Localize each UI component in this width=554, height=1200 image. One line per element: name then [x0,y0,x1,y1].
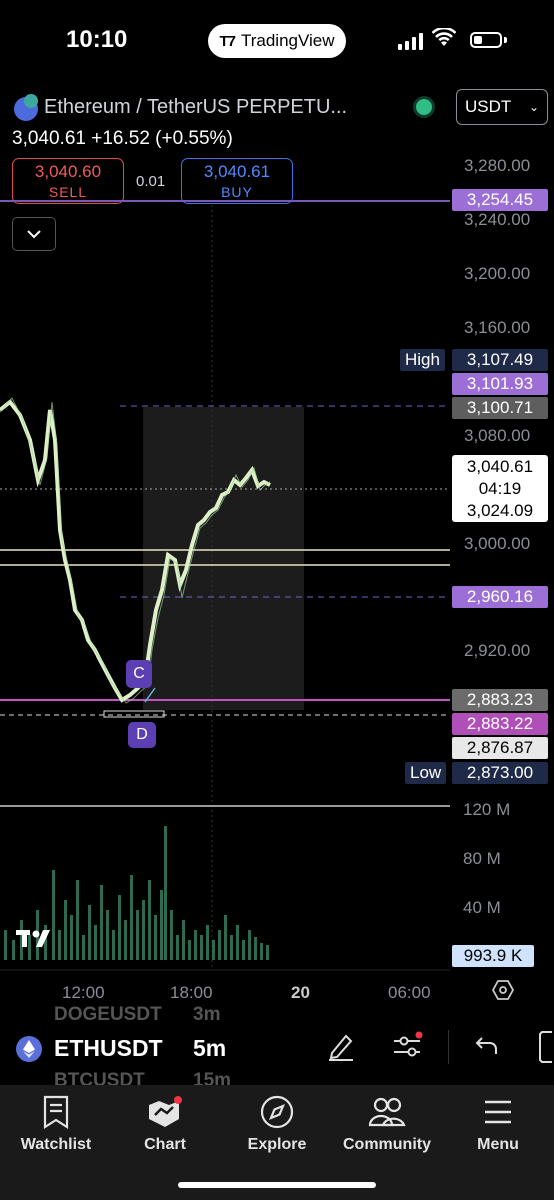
high-label: High [400,349,445,371]
axis-price: 2,920.00 [464,641,531,660]
axis-time: 18:00 [170,983,213,1002]
price-tag-3254: 3,254.45 [452,189,548,211]
price-tag-2876: 2,876.87 [452,737,548,759]
marker-box [103,710,165,718]
low-label: Low [405,762,447,784]
axis-volume: 120 M [463,800,511,819]
axis-price: 3,080.00 [464,426,531,445]
last-price-box: 3,040.61 04:19 3,024.09 [452,455,548,522]
axis-time: 12:00 [62,983,105,1002]
axis-price: 3,280.00 [464,156,531,175]
volume-tag: 993.9 K [452,945,534,967]
nav-menu[interactable]: Menu [448,1093,548,1154]
axis-time: 06:00 [388,983,431,1002]
chart-icon [115,1093,215,1131]
nav-chart-label: Chart [144,1136,186,1153]
price-tag-2883-grey: 2,883.23 [452,689,548,711]
nav-explore-label: Explore [247,1136,307,1153]
currency-value: USDT [465,97,512,116]
currency-select[interactable]: USDT ⌄ [456,89,548,125]
high-price-tag: 3,107.49 [452,349,548,371]
symbol-title[interactable]: Ethereum / TetherUS PERPETU... [44,96,347,119]
axis-price: 3,240.00 [464,210,531,229]
bar-countdown: 04:19 [478,479,522,498]
indicators-icon[interactable] [392,1031,424,1066]
home-indicator[interactable] [178,1182,376,1188]
market-open-indicator [416,99,432,115]
wifi-icon [431,26,457,54]
undo-icon[interactable] [474,1034,500,1063]
timeframe-selector[interactable]: 5m [193,1035,226,1062]
nav-watchlist-label: Watchlist [20,1136,92,1153]
tradingview-pill-label: TradingView [240,31,335,50]
battery-icon [470,32,502,48]
nav-explore[interactable]: Explore [227,1093,327,1154]
axis-price: 3,200.00 [464,264,531,283]
ghost-timeframe-above: 3m [193,1004,221,1025]
nav-community-label: Community [343,1136,431,1153]
axis-volume: 40 M [463,898,501,917]
fullscreen-icon[interactable] [538,1030,554,1069]
tether-coin-icon [24,94,38,108]
ghost-symbol-above: DOGEUSDT [54,1004,162,1025]
price-tag-3024: 3,024.09 [466,501,534,520]
symbol-selector[interactable]: ETHUSDT [54,1035,163,1062]
price-tag-2883-purple: 2,883.22 [452,713,548,735]
marker-d[interactable]: D [128,722,156,748]
axis-price: 3,000.00 [464,534,531,553]
nav-watchlist[interactable]: Watchlist [6,1093,106,1154]
watchlist-icon [6,1093,106,1131]
signal-icon [398,32,423,50]
axis-volume: 80 M [463,849,501,868]
last-price: 3,040.61 [466,457,534,476]
nav-community[interactable]: Community [337,1093,437,1154]
nav-menu-label: Menu [477,1136,519,1153]
compass-icon [227,1093,327,1131]
tradingview-logo-icon: T7 [219,32,235,50]
toolbar-divider [448,1030,449,1064]
price-tag-3101: 3,101.93 [452,373,548,395]
axis-time-day: 20 [291,983,310,1002]
axis-price: 3,160.00 [464,318,531,337]
menu-icon [448,1093,548,1131]
drawing-tool-icon[interactable] [326,1031,356,1066]
battery-tip [504,37,507,43]
price-chart[interactable] [0,140,450,1000]
marker-c[interactable]: C [126,660,152,688]
status-time: 10:10 [66,26,128,53]
low-price-tag: 2,873.00 [452,762,548,784]
nav-chart[interactable]: Chart [115,1093,215,1154]
tradingview-pill[interactable]: T7 TradingView [208,24,346,58]
ethereum-icon [16,1036,42,1067]
community-icon [337,1093,437,1131]
settings-hex-icon[interactable] [491,979,515,1006]
price-tag-2960: 2,960.16 [452,586,548,608]
price-tag-3100: 3,100.71 [452,397,548,419]
chevron-down-icon: ⌄ [528,100,539,114]
